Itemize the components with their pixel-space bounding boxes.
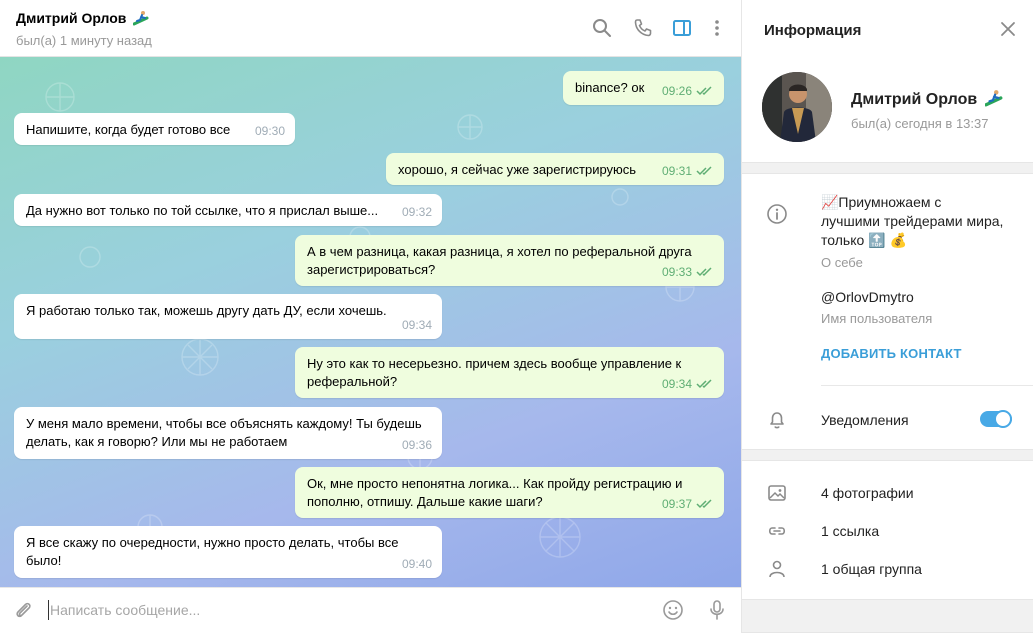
section-divider bbox=[742, 599, 1033, 633]
section-divider bbox=[742, 162, 1033, 174]
message-meta: 09:32 bbox=[402, 203, 432, 221]
sidebar-toggle-icon[interactable] bbox=[670, 16, 694, 40]
message-text: А в чем разница, какая разница, я хотел … bbox=[307, 244, 692, 277]
message-time: 09:34 bbox=[661, 377, 692, 391]
group-icon bbox=[766, 558, 788, 580]
info-panel-title: Информация bbox=[764, 22, 862, 39]
message-text: Ну это как то несерьезно. причем здесь в… bbox=[307, 356, 682, 389]
chat-title-text: Дмитрий Орлов bbox=[16, 10, 127, 26]
bio-line: только 🔝 💰 bbox=[821, 232, 907, 248]
chat-title[interactable]: Дмитрий Орлов bbox=[16, 10, 149, 29]
profile-bio: 📈Приумножаем с лучшими трейдерами мира, … bbox=[821, 193, 1021, 250]
emoji-icon[interactable] bbox=[661, 598, 685, 622]
surfer-emoji-icon bbox=[132, 10, 149, 29]
double-check-icon bbox=[696, 499, 712, 509]
photos-row[interactable]: 4 фотографии bbox=[821, 485, 914, 501]
avatar[interactable] bbox=[762, 72, 832, 142]
message-time: 09:36 bbox=[401, 438, 432, 452]
message-text: binance? ок bbox=[575, 80, 645, 95]
message-text: Ок, мне просто непонятна логика... Как п… bbox=[307, 476, 683, 509]
chat-header[interactable]: Дмитрий Орлов был(а) 1 минуту назад bbox=[0, 0, 741, 57]
message-text: Я работаю только так, можешь другу дать … bbox=[26, 303, 387, 318]
message-bubble-outgoing[interactable]: хорошо, я сейчас уже зарегистрируюсь 09:… bbox=[386, 153, 724, 185]
message-meta: 09:33 bbox=[662, 263, 714, 281]
double-check-icon bbox=[696, 267, 712, 277]
close-icon[interactable] bbox=[999, 20, 1017, 38]
surfer-emoji-icon bbox=[984, 89, 1003, 112]
message-meta: 09:40 bbox=[402, 555, 432, 573]
message-meta: 09:34 bbox=[402, 316, 432, 334]
message-bubble-outgoing[interactable]: Ну это как то несерьезно. причем здесь в… bbox=[295, 347, 724, 398]
link-icon bbox=[766, 520, 788, 542]
message-list[interactable]: binance? ок 09:26 Напишите, когда будет … bbox=[0, 57, 741, 587]
message-time: 09:33 bbox=[661, 265, 692, 279]
add-contact-button[interactable]: ДОБАВИТЬ КОНТАКТ bbox=[821, 346, 962, 361]
notifications-toggle[interactable] bbox=[980, 410, 1012, 428]
phone-icon[interactable] bbox=[631, 16, 655, 40]
message-meta: 09:31 bbox=[662, 162, 714, 180]
chat-pane: Дмитрий Орлов был(а) 1 минуту назад bina… bbox=[0, 0, 741, 633]
message-bubble-incoming[interactable]: У меня мало времени, чтобы все объяснять… bbox=[14, 407, 442, 459]
double-check-icon bbox=[696, 379, 712, 389]
message-text: Напишите, когда будет готово все bbox=[26, 122, 231, 137]
message-bubble-incoming[interactable]: Я работаю только так, можешь другу дать … bbox=[14, 294, 442, 339]
row-separator bbox=[821, 385, 1033, 386]
message-text: У меня мало времени, чтобы все объяснять… bbox=[26, 416, 422, 449]
message-meta: 09:34 bbox=[662, 375, 714, 393]
attach-icon[interactable] bbox=[11, 598, 35, 622]
more-vertical-icon[interactable] bbox=[705, 16, 729, 40]
photo-icon bbox=[766, 482, 788, 504]
links-row[interactable]: 1 ссылка bbox=[821, 523, 879, 539]
bio-label: О себе bbox=[821, 255, 863, 270]
message-meta: 09:30 bbox=[255, 122, 285, 140]
microphone-icon[interactable] bbox=[705, 598, 729, 622]
message-bubble-incoming[interactable]: Напишите, когда будет готово все 09:30 bbox=[14, 113, 295, 145]
message-bubble-incoming[interactable]: Да нужно вот только по той ссылке, что я… bbox=[14, 194, 442, 226]
message-bubble-incoming[interactable]: Я все скажу по очередности, нужно просто… bbox=[14, 526, 442, 578]
toggle-knob bbox=[994, 410, 1012, 428]
message-meta: 09:37 bbox=[662, 495, 714, 513]
message-time: 09:31 bbox=[661, 164, 692, 178]
info-panel: Информация Дмитрий Орлов был(а) сегодня … bbox=[741, 0, 1033, 633]
chat-status: был(а) 1 минуту назад bbox=[16, 33, 152, 48]
search-icon[interactable] bbox=[590, 16, 614, 40]
message-composer: Написать сообщение... bbox=[0, 587, 741, 633]
double-check-icon bbox=[696, 166, 712, 176]
groups-row[interactable]: 1 общая группа bbox=[821, 561, 922, 577]
message-text: хорошо, я сейчас уже зарегистрируюсь bbox=[398, 162, 637, 177]
message-bubble-outgoing[interactable]: А в чем разница, какая разница, я хотел … bbox=[295, 235, 724, 286]
message-time: 09:30 bbox=[254, 124, 285, 138]
message-text: Да нужно вот только по той ссылке, что я… bbox=[26, 203, 379, 218]
message-time: 09:32 bbox=[401, 205, 432, 219]
profile-name: Дмитрий Орлов bbox=[851, 89, 1003, 112]
bell-icon bbox=[766, 409, 788, 431]
message-bubble-outgoing[interactable]: Ок, мне просто непонятна логика... Как п… bbox=[295, 467, 724, 518]
message-time: 09:26 bbox=[661, 84, 692, 98]
info-icon bbox=[766, 203, 788, 225]
section-divider bbox=[742, 449, 1033, 461]
message-meta: 09:36 bbox=[402, 436, 432, 454]
message-time: 09:37 bbox=[661, 497, 692, 511]
message-time: 09:34 bbox=[401, 318, 432, 332]
bio-line: 📈Приумножаем с bbox=[821, 194, 942, 210]
notifications-label: Уведомления bbox=[821, 412, 909, 428]
text-caret bbox=[48, 600, 49, 620]
message-time: 09:40 bbox=[401, 557, 432, 571]
message-meta: 09:26 bbox=[662, 82, 714, 100]
profile-name-text: Дмитрий Орлов bbox=[851, 91, 978, 108]
username-label: Имя пользователя bbox=[821, 311, 933, 326]
message-bubble-outgoing[interactable]: binance? ок 09:26 bbox=[563, 71, 724, 105]
profile-last-seen: был(а) сегодня в 13:37 bbox=[851, 116, 989, 131]
bio-line: лучшими трейдерами мира, bbox=[821, 213, 1004, 229]
message-text: Я все скажу по очередности, нужно просто… bbox=[26, 535, 399, 568]
profile-username[interactable]: @OrlovDmytro bbox=[821, 289, 914, 305]
message-input[interactable]: Написать сообщение... bbox=[50, 602, 200, 618]
double-check-icon bbox=[696, 86, 712, 96]
